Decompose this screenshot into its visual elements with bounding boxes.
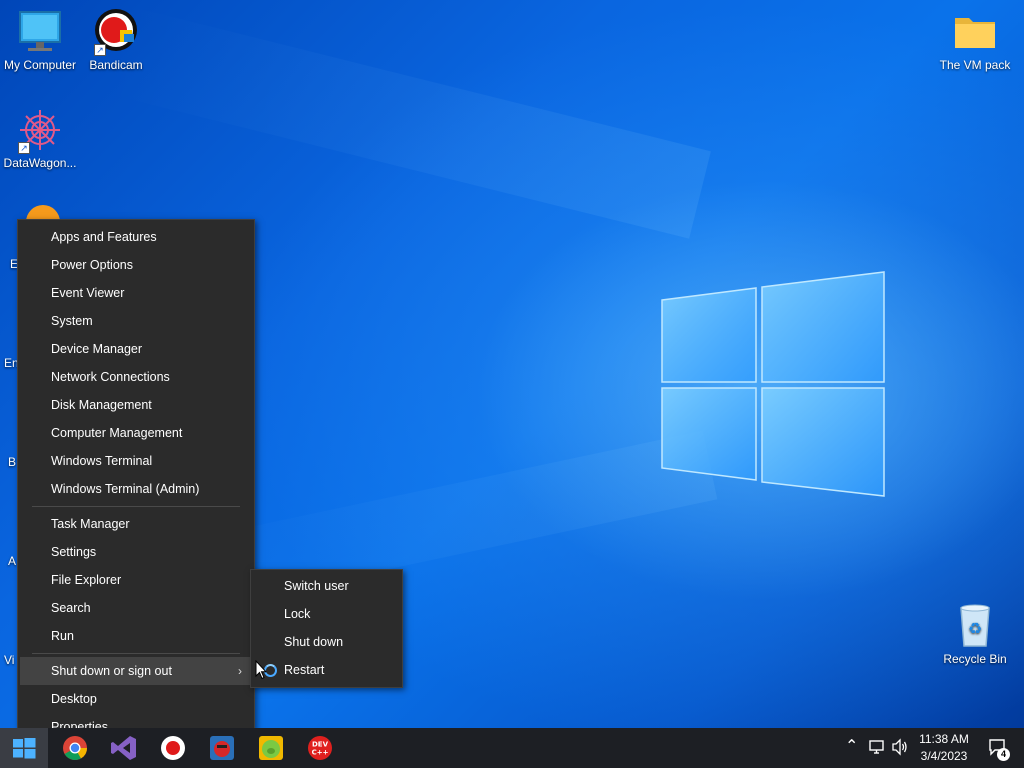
bandicam-icon: ↗ [92,8,140,56]
pig-game-icon[interactable] [257,734,285,762]
chevron-up-icon[interactable]: ⌃ [845,736,858,756]
shortcut-arrow-icon: ↗ [94,44,106,56]
submenu-item-switch-user[interactable]: Switch user [251,572,402,600]
desktop-icon-vm-pack[interactable]: The VM pack [935,8,1015,72]
taskbar: DEV C++ ⌃ 11:38 AM 3/4/2023 4 [0,728,1024,768]
folder-icon [951,8,999,56]
start-button[interactable] [0,728,48,768]
recycle-bin-icon: ♻ [951,602,999,650]
partial-desktop-label: B [8,455,17,469]
submenu-item-lock[interactable]: Lock [251,600,402,628]
menu-separator [32,506,240,507]
chrome-icon[interactable] [61,734,89,762]
desktop-icon-my-computer[interactable]: My Computer [0,8,80,72]
desktop-icon-datawagon[interactable]: ↗ DataWagon... [0,106,80,170]
visual-studio-icon[interactable] [110,734,138,762]
start-icon [13,738,36,759]
menu-item-settings[interactable]: Settings [18,538,254,566]
angry-birds-icon[interactable] [208,734,236,762]
menu-item-task-manager[interactable]: Task Manager [18,510,254,538]
desktop-icon-label: My Computer [3,58,77,72]
svg-text:C++: C++ [312,749,329,757]
clock[interactable]: 11:38 AM 3/4/2023 [912,731,976,765]
dev-cpp-icon[interactable]: DEV C++ [306,734,334,762]
submenu-item-label: Restart [284,663,325,677]
shortcut-arrow-icon: ↗ [18,142,30,154]
menu-item-windows-terminal[interactable]: Windows Terminal [18,447,254,475]
menu-item-desktop[interactable]: Desktop [18,685,254,713]
notification-count-badge: 4 [997,748,1010,761]
menu-item-event-viewer[interactable]: Event Viewer [18,279,254,307]
menu-item-power-options[interactable]: Power Options [18,251,254,279]
desktop-icon-label: DataWagon... [3,156,77,170]
menu-item-apps-and-features[interactable]: Apps and Features [18,223,254,251]
shutdown-submenu: Switch user Lock Shut down Restart [250,569,403,688]
menu-item-file-explorer[interactable]: File Explorer [18,566,254,594]
menu-separator [32,653,240,654]
menu-item-label: Shut down or sign out [51,664,172,678]
svg-text:♻: ♻ [968,619,982,638]
power-user-menu: Apps and Features Power Options Event Vi… [17,219,255,744]
desktop-icon-label: The VM pack [939,58,1011,72]
clock-date: 3/4/2023 [920,749,968,763]
bandicam-icon[interactable] [159,734,187,762]
network-icon[interactable] [868,738,886,756]
svg-text:DEV: DEV [312,741,329,749]
monitor-icon [16,8,64,56]
datawagon-icon: ↗ [16,106,64,154]
partial-desktop-label: A [8,554,17,568]
menu-item-shut-down-or-sign-out[interactable]: Shut down or sign out › [20,657,252,685]
menu-item-system[interactable]: System [18,307,254,335]
menu-item-network-connections[interactable]: Network Connections [18,363,254,391]
partial-desktop-label: Vi [4,653,15,667]
mouse-cursor-icon [255,660,267,680]
menu-item-run[interactable]: Run [18,622,254,650]
chevron-right-icon: › [238,664,242,678]
menu-item-windows-terminal-admin[interactable]: Windows Terminal (Admin) [18,475,254,503]
submenu-item-restart[interactable]: Restart [251,656,402,684]
desktop-icon-label: Bandicam [89,58,143,72]
menu-item-device-manager[interactable]: Device Manager [18,335,254,363]
clock-time: 11:38 AM [919,732,969,746]
desktop-icon-label: Recycle Bin [943,652,1007,666]
windows-logo [661,271,885,497]
desktop-icon-bandicam[interactable]: ↗ Bandicam [76,8,156,72]
submenu-item-shut-down[interactable]: Shut down [251,628,402,656]
menu-item-disk-management[interactable]: Disk Management [18,391,254,419]
desktop-icon-recycle-bin[interactable]: ♻ Recycle Bin [935,602,1015,666]
volume-icon[interactable] [891,738,909,756]
menu-item-search[interactable]: Search [18,594,254,622]
menu-item-computer-management[interactable]: Computer Management [18,419,254,447]
